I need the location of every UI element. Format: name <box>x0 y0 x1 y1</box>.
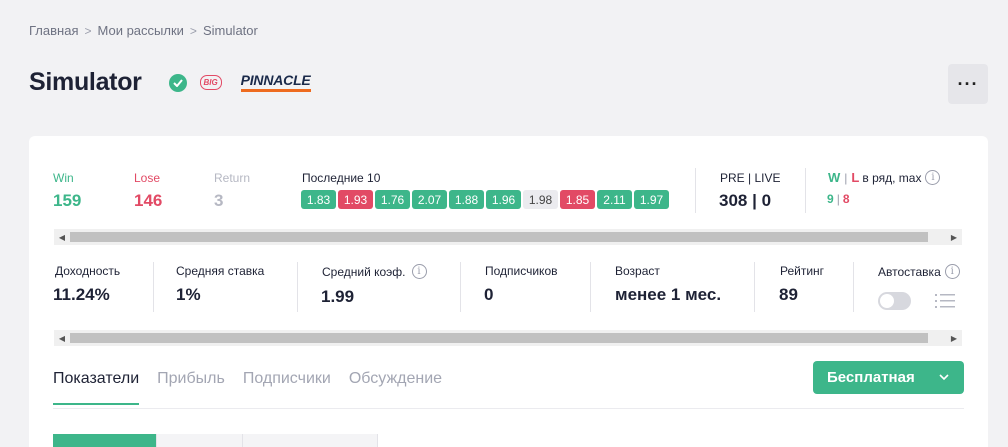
toggle-knob <box>880 294 894 308</box>
last10-pill: 1.93 <box>338 190 373 209</box>
streak-text: в ряд, max <box>862 170 922 185</box>
bookmaker-logo-bar <box>240 89 311 92</box>
scroll-left-icon[interactable]: ◀ <box>54 229 70 245</box>
free-button-label: Бесплатная <box>827 369 915 386</box>
divider <box>297 262 298 312</box>
divider <box>805 168 806 213</box>
divider <box>590 262 591 312</box>
tabs-divider <box>53 408 964 409</box>
scrollbar-track[interactable] <box>70 330 946 346</box>
page-title: Simulator <box>29 68 142 96</box>
stats-card: Win 159 Lose 146 Return 3 Последние 10 1… <box>29 136 988 447</box>
divider <box>853 262 854 312</box>
check-circle-icon <box>168 73 187 92</box>
win-value: 159 <box>53 191 82 210</box>
avg-odds-value: 1.99 <box>321 287 355 306</box>
autobet-label-text: Автоставка <box>878 264 941 279</box>
breadcrumb-my-mailings[interactable]: Мои рассылки <box>98 23 184 38</box>
scroll-right-icon[interactable]: ▶ <box>946 330 962 346</box>
avg-stake-label: Средняя ставка <box>176 264 265 278</box>
yield-value: 11.24% <box>53 285 110 304</box>
age-label: Возраст <box>615 264 660 278</box>
age-value: менее 1 мес. <box>615 285 722 304</box>
streak-values: 9 | 8 <box>827 192 850 206</box>
subtab[interactable] <box>53 434 157 447</box>
scrollbar-thumb[interactable] <box>70 232 929 242</box>
list-icon[interactable] <box>935 292 955 310</box>
streak-label: W | L в ряд, max i <box>828 170 941 185</box>
return-value: 3 <box>214 191 224 210</box>
divider <box>153 262 154 312</box>
last10-label: Последние 10 <box>302 171 381 185</box>
pipe-separator: | <box>844 170 848 185</box>
streak-w: W <box>828 170 841 185</box>
streak-l-value: 8 <box>842 192 850 206</box>
bookmaker-name: PINNACLE <box>240 72 311 88</box>
autobet-toggle[interactable] <box>878 292 911 310</box>
subscribers-value: 0 <box>484 285 494 304</box>
pipe-separator: | <box>836 192 840 206</box>
breadcrumb: Главная > Мои рассылки > Simulator <box>29 23 258 38</box>
info-icon[interactable]: i <box>944 264 960 279</box>
free-subscription-button[interactable]: Бесплатная <box>813 361 964 394</box>
return-label: Return <box>214 171 251 185</box>
big-badge: BIG <box>199 75 222 90</box>
last10-list: 1.83 1.93 1.76 2.07 1.88 1.96 1.98 1.85 2.11 1.97 <box>301 190 669 209</box>
streak-w-value: 9 <box>827 192 834 206</box>
title-row: Simulator BIG PINNACLE <box>29 68 311 97</box>
last10-pill: 2.11 <box>597 190 632 209</box>
lose-value: 146 <box>134 191 163 210</box>
more-options-button[interactable]: ··· <box>948 64 988 104</box>
divider <box>695 168 696 213</box>
tab-discussion[interactable]: Обсуждение <box>349 370 442 405</box>
tab-indicators[interactable]: Показатели <box>53 370 140 405</box>
breadcrumb-home[interactable]: Главная <box>29 23 78 38</box>
yield-label: Доходность <box>55 264 121 278</box>
divider <box>460 262 461 312</box>
subtab[interactable] <box>157 434 243 447</box>
lose-label: Lose <box>134 171 161 185</box>
info-icon[interactable]: i <box>411 264 427 279</box>
chevron-right-icon: > <box>84 23 92 38</box>
bookmaker-logo: PINNACLE <box>240 72 311 92</box>
rating-value: 89 <box>779 285 798 304</box>
scrollbar-thumb[interactable] <box>70 333 929 343</box>
avg-odds-label-text: Средний коэф. <box>322 264 406 279</box>
chevron-down-icon <box>939 374 949 381</box>
horizontal-scrollbar[interactable]: ◀ ▶ <box>54 229 962 245</box>
last10-pill: 1.97 <box>634 190 669 209</box>
autobet-label: Автоставка i <box>878 264 960 279</box>
horizontal-scrollbar[interactable]: ◀ ▶ <box>54 330 962 346</box>
info-icon[interactable]: i <box>925 170 941 185</box>
breadcrumb-current: Simulator <box>202 23 258 38</box>
win-label: Win <box>53 171 74 185</box>
last10-pill: 1.76 <box>375 190 410 209</box>
last10-pill: 1.98 <box>523 190 558 209</box>
subtabs <box>53 434 378 447</box>
rating-label: Рейтинг <box>780 264 825 278</box>
divider <box>754 262 755 312</box>
last10-pill: 2.07 <box>412 190 447 209</box>
tab-subscribers[interactable]: Подписчики <box>243 370 331 405</box>
last10-pill: 1.88 <box>449 190 484 209</box>
chevron-right-icon: > <box>189 23 197 38</box>
last10-pill: 1.96 <box>486 190 521 209</box>
tabs: Показатели Прибыль Подписчики Обсуждение <box>53 370 460 405</box>
tab-profit[interactable]: Прибыль <box>157 370 225 405</box>
avg-odds-label: Средний коэф. i <box>322 264 427 279</box>
subscribers-label: Подписчиков <box>485 264 558 278</box>
prelive-label: PRE | LIVE <box>720 171 781 185</box>
last10-pill: 1.83 <box>301 190 336 209</box>
prelive-value: 308 | 0 <box>719 191 772 210</box>
scroll-right-icon[interactable]: ▶ <box>946 229 962 245</box>
avg-stake-value: 1% <box>176 285 201 304</box>
streak-l: L <box>851 170 860 185</box>
scrollbar-track[interactable] <box>70 229 946 245</box>
last10-pill: 1.85 <box>560 190 595 209</box>
subtab[interactable] <box>243 434 378 447</box>
scroll-left-icon[interactable]: ◀ <box>54 330 70 346</box>
